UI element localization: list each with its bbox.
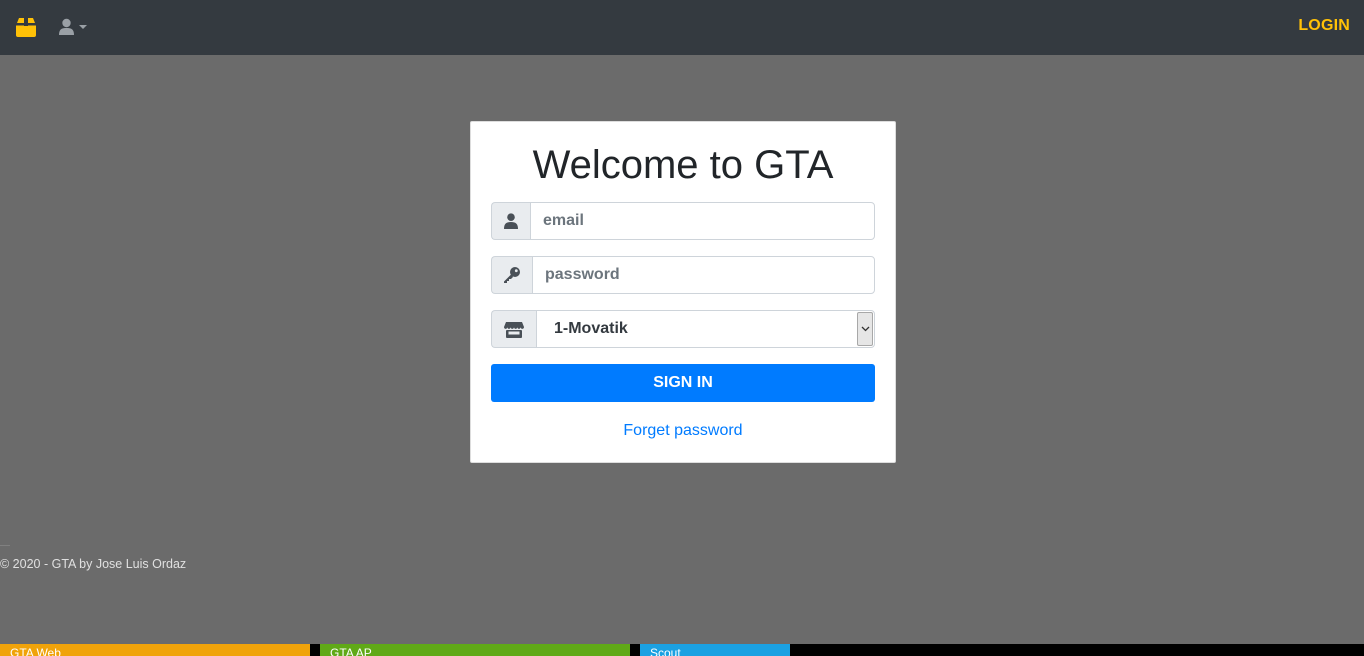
email-input[interactable]	[530, 202, 875, 240]
user-icon	[504, 213, 518, 229]
login-card: Welcome to GTA email 1-Movatik SIGN IN F…	[470, 121, 896, 463]
sign-in-button[interactable]: SIGN IN	[491, 364, 875, 402]
store-select[interactable]: 1-Movatik	[536, 310, 875, 348]
taskbar-item-gta-web[interactable]: GTA Web	[0, 644, 310, 656]
top-navbar: LOGIN	[0, 0, 1364, 55]
login-link[interactable]: LOGIN	[1298, 17, 1350, 35]
password-input[interactable]	[532, 256, 875, 294]
password-addon	[491, 256, 532, 294]
footer-copyright: © 2020 - GTA by Jose Luis Ordaz	[0, 557, 187, 571]
store-icon	[504, 321, 524, 338]
store-input-group: 1-Movatik	[491, 310, 875, 348]
chevron-down-icon	[861, 326, 869, 332]
footer-divider	[0, 545, 10, 546]
email-input-group	[491, 202, 875, 240]
forgot-password-link[interactable]: Forget password	[471, 422, 895, 440]
email-addon	[491, 202, 530, 240]
taskbar-item-label: Scout	[650, 646, 681, 656]
taskbar-item-label: GTA Web	[10, 646, 61, 656]
store-select-value: 1-Movatik	[554, 320, 628, 337]
taskbar: GTA Web GTA AP Scout	[0, 644, 1364, 656]
select-arrow[interactable]	[857, 312, 873, 346]
user-icon	[59, 18, 74, 35]
login-title: Welcome to GTA	[532, 143, 834, 187]
user-menu-dropdown[interactable]	[59, 17, 93, 37]
password-input-group	[491, 256, 875, 294]
taskbar-item-gta-ap[interactable]: GTA AP	[320, 644, 630, 656]
store-addon	[491, 310, 536, 348]
taskbar-item-scout[interactable]: Scout	[640, 644, 790, 656]
box-icon[interactable]	[15, 16, 37, 38]
taskbar-item-label: GTA AP	[330, 646, 372, 656]
key-icon	[504, 267, 520, 283]
caret-down-icon	[79, 25, 87, 29]
